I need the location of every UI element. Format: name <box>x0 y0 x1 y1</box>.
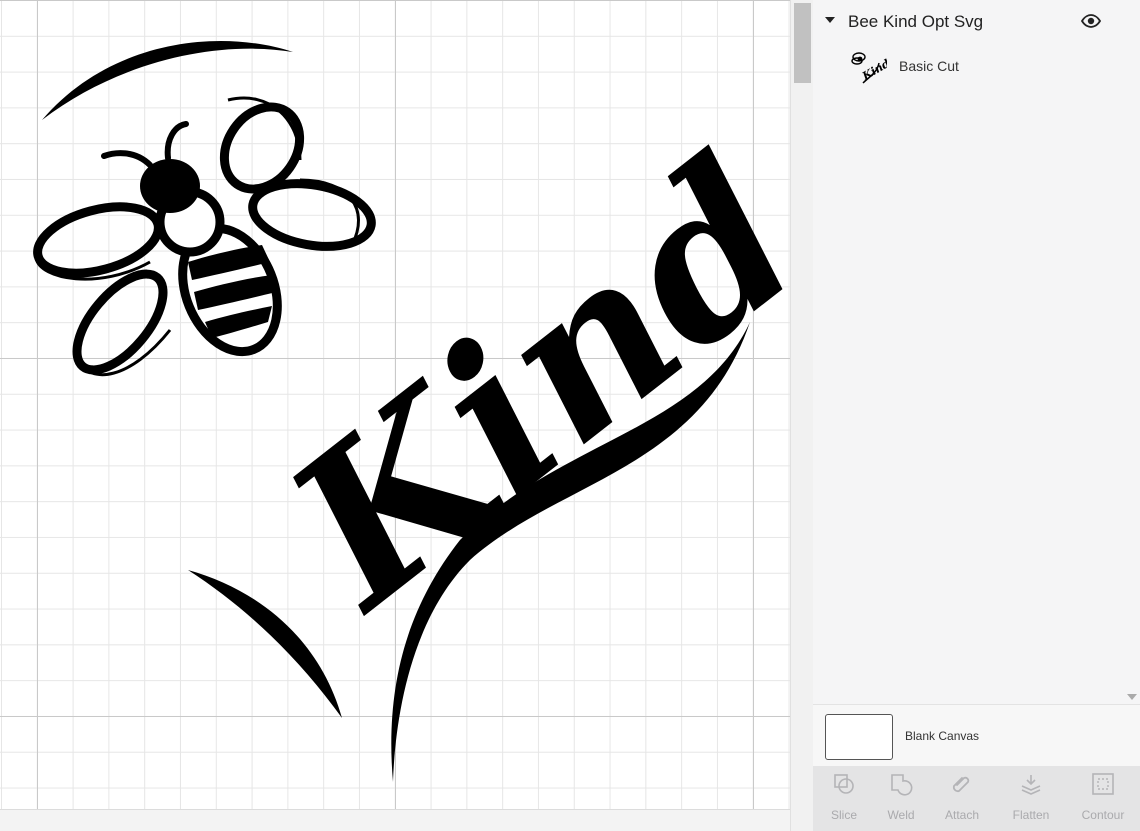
left-swash <box>188 570 342 718</box>
layer-group-title: Bee Kind Opt Svg <box>848 12 984 31</box>
slice-button[interactable]: Slice <box>813 766 875 831</box>
contour-icon <box>1092 773 1114 795</box>
svg-text:Kind: Kind <box>859 57 887 84</box>
layers-scrollbar[interactable] <box>1125 0 1140 704</box>
kind-text: Kind <box>243 112 790 656</box>
weld-button[interactable]: Weld <box>870 766 932 831</box>
layer-group-row[interactable]: Bee Kind Opt Svg <box>813 8 1125 38</box>
weld-label: Weld <box>887 808 915 822</box>
eye-icon[interactable] <box>1080 14 1102 33</box>
flatten-label: Flatten <box>1012 808 1050 822</box>
canvas-bottom-bar <box>0 809 790 831</box>
canvas-scrollbar[interactable] <box>790 0 814 831</box>
layer-row[interactable]: Kind Basic Cut <box>813 44 1125 88</box>
layer-toolbar: Slice Weld Attach Flatten Contour <box>813 766 1140 831</box>
attach-icon <box>952 776 970 793</box>
slice-label: Slice <box>830 808 857 822</box>
flatten-button[interactable]: Flatten <box>1000 766 1062 831</box>
canvas-swatch[interactable] <box>825 714 893 760</box>
slice-icon <box>834 774 854 794</box>
caret-down-icon[interactable] <box>825 17 835 23</box>
canvas-label: Blank Canvas <box>905 729 980 743</box>
canvas-setting[interactable]: Blank Canvas <box>813 704 1140 767</box>
layer-thumbnail: Kind <box>851 52 887 84</box>
layer-name: Basic Cut <box>899 58 959 74</box>
layers-list: Bee Kind Opt Svg Kind Basic Cut <box>813 0 1125 704</box>
weld-icon <box>891 774 913 796</box>
layers-panel: Bee Kind Opt Svg Kind Basic Cut Blank Ca <box>813 0 1140 831</box>
scroll-down-arrow-icon[interactable] <box>1127 694 1137 700</box>
bee-body <box>101 121 282 357</box>
canvas-scrollbar-thumb[interactable] <box>794 3 811 83</box>
contour-button[interactable]: Contour <box>1072 766 1134 831</box>
contour-label: Contour <box>1081 808 1125 822</box>
flatten-icon <box>1021 775 1041 795</box>
design-canvas[interactable]: Kind <box>0 0 790 831</box>
bee-kind-design[interactable]: Kind <box>0 0 790 810</box>
attach-button[interactable]: Attach <box>931 766 993 831</box>
attach-label: Attach <box>944 808 980 822</box>
